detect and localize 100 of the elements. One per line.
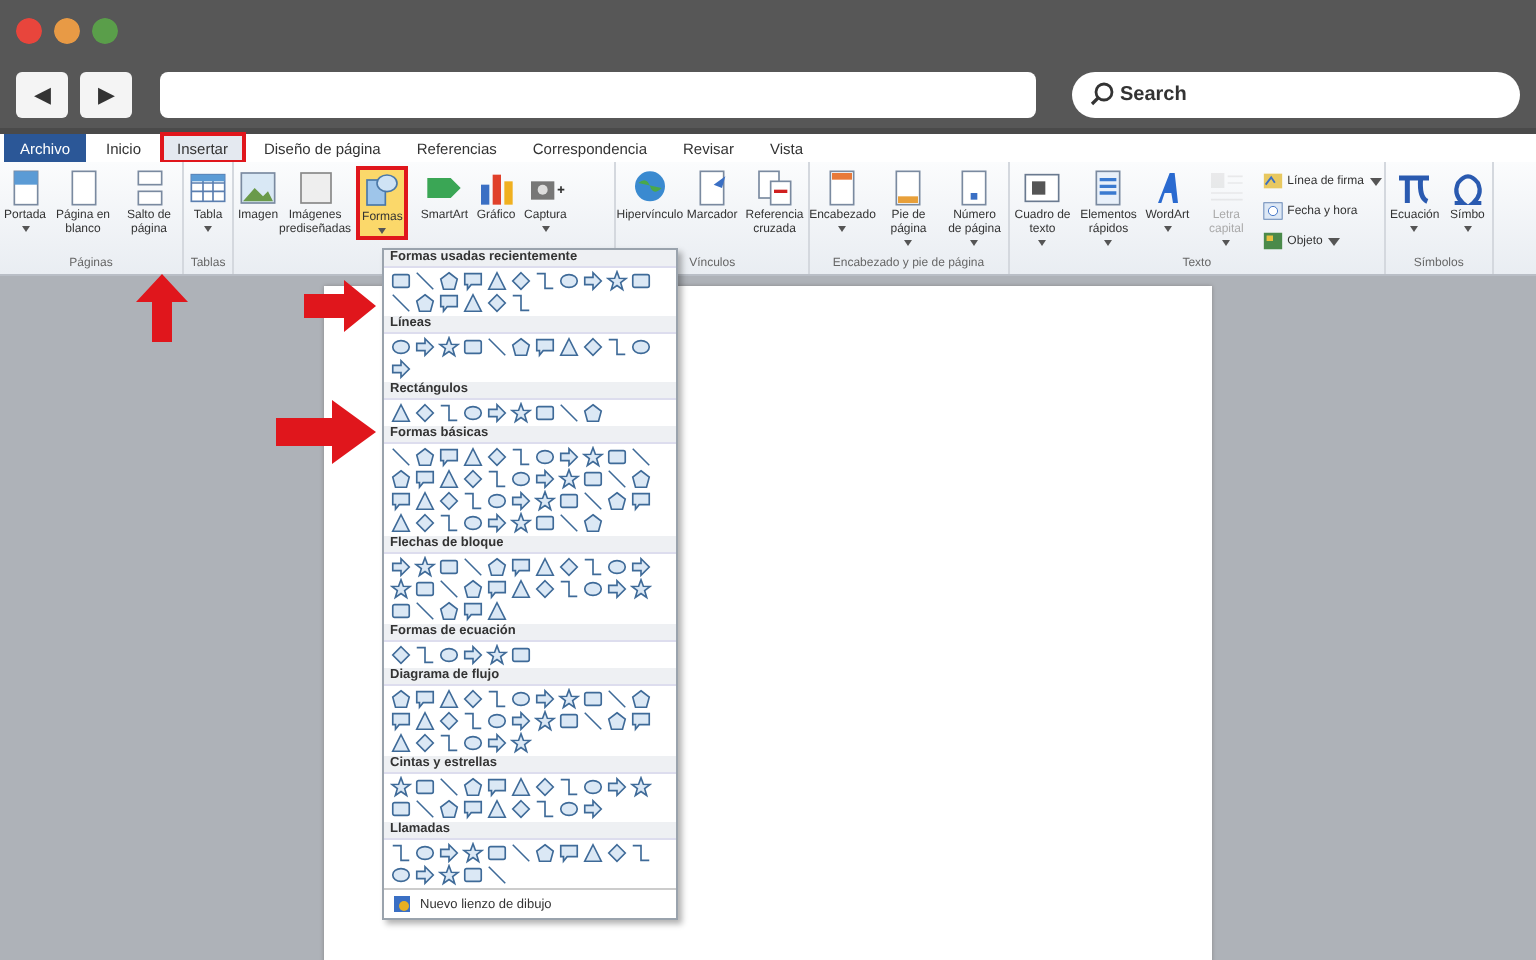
- callout-icon[interactable]: [462, 798, 484, 820]
- pentagon-icon[interactable]: [606, 490, 628, 512]
- line-icon[interactable]: [582, 710, 604, 732]
- arrow-icon[interactable]: [414, 864, 436, 886]
- connector-icon[interactable]: [414, 644, 436, 666]
- diamond-icon[interactable]: [462, 468, 484, 490]
- arrow-icon[interactable]: [606, 578, 628, 600]
- ellipse-icon[interactable]: [462, 512, 484, 534]
- back-button[interactable]: ◀: [16, 71, 68, 117]
- arrow-icon[interactable]: [510, 710, 532, 732]
- connector-icon[interactable]: [486, 468, 508, 490]
- triangle-icon[interactable]: [558, 336, 580, 358]
- arrow-icon[interactable]: [606, 776, 628, 798]
- line-icon[interactable]: [558, 402, 580, 424]
- rectangle-icon[interactable]: [390, 270, 412, 292]
- line-icon[interactable]: [630, 446, 652, 468]
- line-icon[interactable]: [438, 776, 460, 798]
- triangle-icon[interactable]: [438, 468, 460, 490]
- triangle-icon[interactable]: [486, 270, 508, 292]
- line-icon[interactable]: [582, 490, 604, 512]
- ellipse-icon[interactable]: [558, 798, 580, 820]
- ellipse-icon[interactable]: [390, 336, 412, 358]
- rectangle-icon[interactable]: [558, 490, 580, 512]
- line-icon[interactable]: [606, 688, 628, 710]
- callout-icon[interactable]: [462, 270, 484, 292]
- line-icon[interactable]: [558, 512, 580, 534]
- star-icon[interactable]: [558, 688, 580, 710]
- connector-icon[interactable]: [630, 842, 652, 864]
- connector-icon[interactable]: [462, 710, 484, 732]
- star-icon[interactable]: [534, 710, 556, 732]
- arrow-icon[interactable]: [486, 512, 508, 534]
- triangle-icon[interactable]: [414, 710, 436, 732]
- star-icon[interactable]: [630, 578, 652, 600]
- callout-icon[interactable]: [438, 446, 460, 468]
- arrow-icon[interactable]: [510, 490, 532, 512]
- triangle-icon[interactable]: [390, 732, 412, 754]
- line-icon[interactable]: [486, 864, 508, 886]
- connector-icon[interactable]: [510, 446, 532, 468]
- rectangle-icon[interactable]: [534, 402, 556, 424]
- arrow-icon[interactable]: [438, 842, 460, 864]
- connector-icon[interactable]: [486, 688, 508, 710]
- ellipse-icon[interactable]: [558, 270, 580, 292]
- close-window-dot[interactable]: [16, 17, 42, 43]
- rectangle-icon[interactable]: [390, 798, 412, 820]
- triangle-icon[interactable]: [390, 402, 412, 424]
- arrow-icon[interactable]: [486, 402, 508, 424]
- connector-icon[interactable]: [438, 732, 460, 754]
- rectangle-icon[interactable]: [390, 600, 412, 622]
- star-icon[interactable]: [510, 512, 532, 534]
- star-icon[interactable]: [582, 446, 604, 468]
- diamond-icon[interactable]: [534, 578, 556, 600]
- callout-icon[interactable]: [630, 710, 652, 732]
- callout-icon[interactable]: [390, 490, 412, 512]
- callout-icon[interactable]: [414, 688, 436, 710]
- arrow-icon[interactable]: [414, 336, 436, 358]
- line-icon[interactable]: [390, 446, 412, 468]
- connector-icon[interactable]: [390, 842, 412, 864]
- line-icon[interactable]: [606, 468, 628, 490]
- connector-icon[interactable]: [558, 578, 580, 600]
- callout-icon[interactable]: [414, 468, 436, 490]
- line-icon[interactable]: [438, 578, 460, 600]
- ellipse-icon[interactable]: [582, 578, 604, 600]
- ellipse-icon[interactable]: [510, 688, 532, 710]
- arrow-icon[interactable]: [390, 358, 412, 380]
- callout-icon[interactable]: [486, 776, 508, 798]
- diamond-icon[interactable]: [438, 490, 460, 512]
- arrow-icon[interactable]: [534, 688, 556, 710]
- rectangle-icon[interactable]: [438, 556, 460, 578]
- star-icon[interactable]: [630, 776, 652, 798]
- star-icon[interactable]: [510, 732, 532, 754]
- rectangle-icon[interactable]: [582, 468, 604, 490]
- line-icon[interactable]: [510, 842, 532, 864]
- connector-icon[interactable]: [582, 556, 604, 578]
- star-icon[interactable]: [438, 864, 460, 886]
- ellipse-icon[interactable]: [438, 644, 460, 666]
- ellipse-icon[interactable]: [462, 732, 484, 754]
- connector-icon[interactable]: [606, 336, 628, 358]
- triangle-icon[interactable]: [414, 490, 436, 512]
- star-icon[interactable]: [438, 336, 460, 358]
- star-icon[interactable]: [462, 842, 484, 864]
- connector-icon[interactable]: [534, 270, 556, 292]
- callout-icon[interactable]: [510, 556, 532, 578]
- diamond-icon[interactable]: [438, 710, 460, 732]
- arrow-icon[interactable]: [582, 798, 604, 820]
- rectangle-icon[interactable]: [462, 336, 484, 358]
- ellipse-icon[interactable]: [414, 842, 436, 864]
- triangle-icon[interactable]: [534, 556, 556, 578]
- ellipse-icon[interactable]: [390, 864, 412, 886]
- forward-button[interactable]: ▶: [80, 71, 132, 117]
- star-icon[interactable]: [534, 490, 556, 512]
- triangle-icon[interactable]: [462, 446, 484, 468]
- connector-icon[interactable]: [510, 292, 532, 314]
- triangle-icon[interactable]: [582, 842, 604, 864]
- pentagon-icon[interactable]: [606, 710, 628, 732]
- rectangle-icon[interactable]: [510, 644, 532, 666]
- star-icon[interactable]: [390, 578, 412, 600]
- rectangle-icon[interactable]: [534, 512, 556, 534]
- arrow-icon[interactable]: [630, 556, 652, 578]
- address-field[interactable]: [160, 71, 1036, 117]
- rectangle-icon[interactable]: [630, 270, 652, 292]
